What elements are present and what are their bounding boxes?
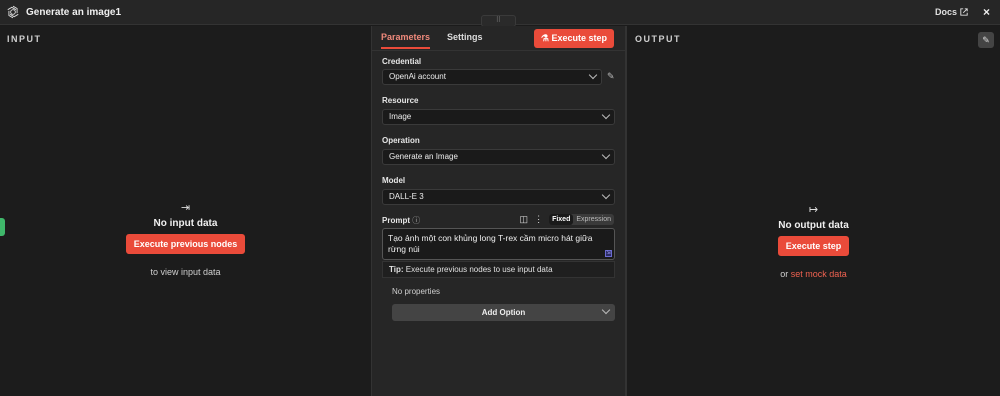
model-label: Model bbox=[382, 176, 406, 185]
credential-value: OpenAi account bbox=[389, 72, 446, 81]
prompt-text: Tạo ảnh một con khủng long T-rex cầm mic… bbox=[388, 233, 593, 254]
execute-step-button[interactable]: ⚗ Execute step bbox=[533, 29, 614, 48]
close-button[interactable]: × bbox=[983, 5, 990, 19]
mode-toggle: Fixed Expression bbox=[549, 214, 614, 225]
output-pane-label: OUTPUT bbox=[635, 34, 681, 44]
output-execute-step-button[interactable]: Execute step bbox=[777, 236, 850, 256]
tip-bar: Tip: Execute previous nodes to use input… bbox=[382, 261, 615, 278]
arrow-right-icon: ↦ bbox=[808, 204, 819, 216]
tip-label: Tip: bbox=[389, 265, 404, 274]
chevron-down-icon bbox=[601, 150, 611, 160]
prompt-input[interactable]: Tạo ảnh một con khủng long T-rex cầm mic… bbox=[382, 228, 615, 260]
prompt-label-row: Prompt ⓘ bbox=[382, 215, 420, 226]
resource-value: Image bbox=[389, 112, 412, 121]
output-pane: OUTPUT ✎ ↦ No output data Execute step o… bbox=[626, 26, 1000, 396]
pencil-icon[interactable]: ✎ bbox=[607, 71, 615, 82]
add-option-label: Add Option bbox=[481, 308, 526, 317]
input-empty-title: No input data bbox=[153, 218, 218, 229]
output-empty-state: ↦ No output data Execute step or set moc… bbox=[627, 203, 1000, 279]
parameters-pane: Parameters Settings ⚗ Execute step Crede… bbox=[371, 26, 627, 396]
tabs-divider bbox=[372, 50, 627, 51]
openai-logo-icon bbox=[7, 5, 19, 19]
docs-label: Docs bbox=[934, 7, 957, 17]
no-properties-text: No properties bbox=[392, 287, 441, 296]
edit-output-button[interactable]: ✎ bbox=[978, 32, 994, 48]
tab-settings[interactable]: Settings bbox=[447, 32, 483, 49]
input-hint: to view input data bbox=[150, 267, 221, 277]
execute-step-label: Execute step bbox=[551, 33, 607, 43]
input-pane: INPUT ⇥ No input data Execute previous n… bbox=[0, 26, 371, 396]
resize-handle-icon[interactable]: ⇲ bbox=[605, 250, 612, 257]
prompt-tools: ◫ ⋮ Fixed Expression bbox=[520, 214, 614, 225]
help-circle-icon[interactable]: ⓘ bbox=[412, 216, 420, 225]
panel-icon[interactable]: ◫ bbox=[520, 214, 529, 225]
tip-text: Execute previous nodes to use input data bbox=[405, 265, 553, 274]
output-empty-title: No output data bbox=[778, 220, 849, 231]
input-pane-label: INPUT bbox=[7, 34, 42, 44]
prompt-label: Prompt bbox=[382, 216, 410, 225]
flask-icon: ⚗ bbox=[540, 33, 549, 43]
tab-parameters[interactable]: Parameters bbox=[381, 32, 431, 49]
arrow-to-right-icon: ⇥ bbox=[180, 202, 191, 214]
external-link-icon bbox=[960, 8, 968, 16]
operation-label: Operation bbox=[382, 136, 420, 145]
resource-label: Resource bbox=[382, 96, 419, 105]
or-text: or bbox=[780, 269, 789, 279]
chevron-down-icon bbox=[601, 305, 611, 315]
resource-select[interactable]: Image bbox=[382, 109, 615, 125]
credential-select[interactable]: OpenAi account bbox=[382, 69, 602, 85]
mode-fixed[interactable]: Fixed bbox=[549, 214, 574, 225]
model-value: DALL-E 3 bbox=[389, 192, 424, 201]
add-option-button[interactable]: Add Option bbox=[392, 304, 615, 321]
model-select[interactable]: DALL-E 3 bbox=[382, 189, 615, 205]
input-empty-state: ⇥ No input data Execute previous nodes t… bbox=[0, 201, 371, 277]
docs-link[interactable]: Docs bbox=[935, 7, 968, 17]
set-mock-data-link[interactable]: set mock data bbox=[791, 269, 847, 279]
execute-previous-nodes-button[interactable]: Execute previous nodes bbox=[125, 234, 246, 254]
chevron-down-icon bbox=[588, 70, 598, 80]
mock-data-row: or set mock data bbox=[627, 269, 1000, 279]
credential-label: Credential bbox=[382, 57, 422, 66]
more-vertical-icon[interactable]: ⋮ bbox=[534, 214, 543, 225]
mode-expression[interactable]: Expression bbox=[573, 214, 614, 225]
chevron-down-icon bbox=[601, 190, 611, 200]
tabs: Parameters Settings bbox=[381, 32, 483, 49]
window-title: Generate an image1 bbox=[26, 6, 122, 18]
node-side-tab[interactable] bbox=[0, 218, 5, 236]
operation-value: Generate an Image bbox=[389, 152, 458, 161]
operation-select[interactable]: Generate an Image bbox=[382, 149, 615, 165]
chevron-down-icon bbox=[601, 110, 611, 120]
